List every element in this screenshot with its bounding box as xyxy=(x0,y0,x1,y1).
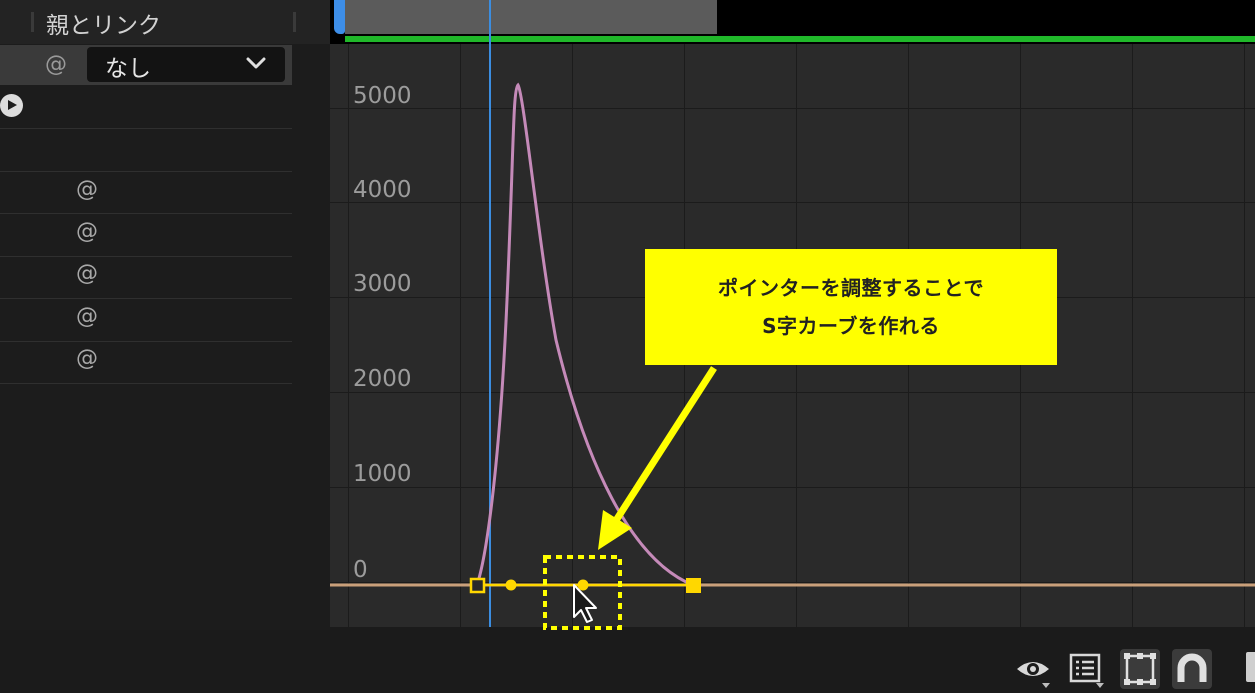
list-icon[interactable] xyxy=(1068,649,1108,689)
curve-overlay xyxy=(330,82,1255,630)
bezier-handle-point[interactable] xyxy=(577,579,589,591)
annotation-callout: ポインターを調整することで S字カーブを作れる xyxy=(645,249,1057,365)
graph-toolbar xyxy=(0,630,1255,693)
toolbar-edge-icon[interactable] xyxy=(1246,652,1255,682)
eye-icon[interactable] xyxy=(1014,649,1054,689)
snap-magnet-icon[interactable] xyxy=(1172,649,1212,689)
frame-icon[interactable] xyxy=(1120,649,1160,689)
callout-text-line1: ポインターを調整することで xyxy=(718,276,984,300)
mouse-cursor-icon xyxy=(573,584,597,623)
keyframe-end[interactable] xyxy=(686,578,701,593)
callout-text-line2: S字カーブを作れる xyxy=(762,314,940,338)
keyframe-start[interactable] xyxy=(469,577,486,594)
bezier-handle-point[interactable] xyxy=(505,579,517,591)
callout-arrow-shaft xyxy=(612,366,717,524)
